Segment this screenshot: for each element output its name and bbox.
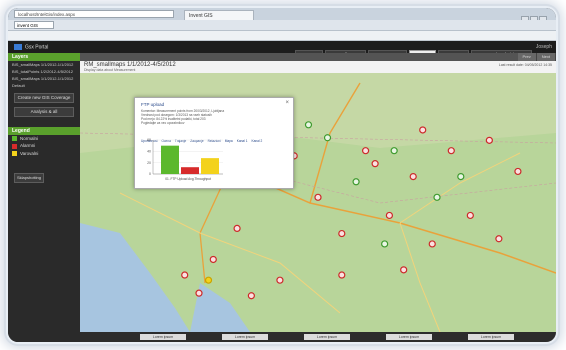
map-marker-red[interactable] [485, 136, 493, 144]
bar-normalni[interactable] [161, 145, 179, 174]
legend-item: Alarmni [8, 142, 80, 149]
search-input[interactable]: invent GIS [14, 21, 54, 29]
popup-line: Pogledajte za vec uporabnikov [141, 121, 185, 125]
map-marker-red[interactable] [385, 211, 393, 220]
app-logo-text: Gsx Portal [25, 44, 49, 51]
map-marker-green[interactable] [433, 193, 441, 201]
y-tick-label: 60 [147, 138, 151, 142]
bar-alarmni[interactable] [181, 167, 199, 174]
map-marker-green[interactable] [381, 240, 389, 248]
user-name[interactable]: Joseph [536, 44, 552, 50]
legend-swatch [12, 150, 17, 156]
map-marker-green[interactable] [457, 172, 465, 181]
bottom-bar-item[interactable]: Lorem ipsum [468, 334, 514, 340]
map-marker-green[interactable] [352, 178, 360, 186]
main-tab-nav[interactable]: Prev [517, 53, 537, 61]
legend-item: Normalni [8, 135, 80, 142]
map-marker-red[interactable] [314, 193, 322, 201]
bottom-bar-item[interactable]: Lorem ipsum [140, 334, 186, 340]
map-marker-red[interactable] [371, 160, 379, 168]
map-marker-red[interactable] [419, 126, 427, 134]
layer-list: BIS_smallMaps 1/1/2012-1/1/2012 BIS_total… [8, 61, 80, 89]
logo-icon [14, 44, 22, 50]
bar-varovalni[interactable] [201, 158, 219, 174]
map-marker-red[interactable] [338, 229, 346, 238]
sidebar-header: Layers [8, 53, 80, 61]
main-tab-nav[interactable]: Next [536, 53, 556, 61]
window-controls [520, 10, 550, 23]
bookmarks-bar: Address BookFire BlockedQuality CheckSim… [8, 31, 556, 41]
map-marker-red[interactable] [514, 167, 522, 176]
legend-label: Varovalni [20, 150, 39, 156]
layer-item[interactable]: BIS_smallMaps 1/1/2012-1/1/2012 [8, 75, 80, 82]
y-tick-label: 0 [149, 172, 151, 176]
app-header: Gsx Portal Gsx GoSGsx CallCenterGsx Cove… [8, 41, 556, 60]
map-marker-green[interactable] [390, 147, 398, 155]
browser-tab[interactable]: Invent GIS [184, 10, 254, 20]
address-bar[interactable]: localhost/IntelGis/index.aspx [14, 10, 174, 18]
map-marker-red[interactable] [247, 292, 255, 300]
map-marker-yellow[interactable] [204, 276, 213, 284]
map-marker-red[interactable] [195, 289, 203, 297]
main-tabs: FTP downloadFTP uploadFTBPPP session Ins… [80, 53, 556, 61]
legend-label: Alarmni [20, 143, 36, 149]
y-tick-label: 40 [147, 150, 151, 154]
layer-item[interactable]: BIS_totalPoints 1/2/2012-4/5/2012 [8, 68, 80, 75]
sea-area [80, 223, 190, 332]
map-marker-green[interactable] [323, 134, 332, 142]
popup-tab[interactable]: Kanal 1 [237, 139, 248, 143]
legend-label: Normalni [20, 136, 39, 141]
layer-item[interactable]: BIS_smallMaps 1/1/2012-1/1/2012 [8, 61, 80, 68]
map-marker-red[interactable] [233, 224, 241, 232]
map-marker-red[interactable] [447, 147, 455, 155]
legend: Legend Normalni Alarmni Varovalni [8, 127, 80, 157]
create-coverage-button[interactable]: Create new GIS Coverage [14, 93, 74, 103]
browser-menubar: invent GIS [8, 20, 556, 31]
bottom-bar-item[interactable]: Lorem ipsum [386, 334, 432, 340]
close-icon[interactable]: × [285, 100, 289, 106]
map-marker-red[interactable] [495, 235, 503, 243]
bottom-bar-item[interactable]: Lorem ipsum [304, 334, 350, 340]
legend-swatch [12, 136, 17, 142]
layer-item[interactable]: Default [8, 82, 80, 89]
map-marker-red[interactable] [338, 271, 346, 279]
bottom-bar: Lorem ipsum Lorem ipsum Lorem ipsum Lorem i… [80, 332, 556, 342]
map-marker-red[interactable] [428, 240, 436, 248]
legend-item: Varovalni [8, 150, 80, 157]
popup-chart: 0 20 40 60 01. FTP Upload Avg.Throughput [147, 138, 223, 181]
popup-tab[interactable]: Kanal 2 [252, 139, 263, 143]
x-axis-label: 01. FTP Upload Avg.Throughput [165, 177, 211, 181]
legend-header: Legend [8, 127, 80, 135]
map-marker-red[interactable] [181, 271, 189, 279]
map-marker-red[interactable] [466, 211, 474, 220]
map-marker-red[interactable] [400, 266, 408, 274]
bottom-bar-item[interactable]: Lorem ipsum [222, 334, 268, 340]
popup-title: FTP upload [141, 102, 165, 107]
app-logo: Gsx Portal [14, 44, 48, 50]
page-subtitle: Display data about Measurement [84, 68, 136, 72]
map-marker-red[interactable] [209, 255, 217, 264]
snapshot-button[interactable]: Sklapshotting [14, 172, 44, 183]
sidebar: Layers BIS_smallMaps 1/1/2012-1/1/2012 BI… [8, 53, 80, 342]
map-marker-red[interactable] [362, 147, 370, 155]
last-refresh: Last result date: 04/05/2012 14:35 [498, 63, 552, 67]
popup-details: Komentar: Measurement points from 20/03/… [135, 109, 224, 125]
analysis-button[interactable]: Analysis & all [14, 107, 74, 117]
y-tick-label: 20 [147, 161, 151, 165]
road [399, 152, 521, 224]
legend-swatch [12, 143, 17, 149]
screen-frame: localhost/IntelGis/index.aspx Invent GIS… [8, 8, 556, 342]
map-marker-red[interactable] [409, 172, 417, 181]
map-marker-red[interactable] [276, 276, 284, 284]
road-2 [399, 222, 441, 332]
map-view[interactable]: FTP upload × Komentar: Measurement point… [80, 73, 556, 332]
info-popup: FTP upload × Komentar: Measurement point… [134, 97, 294, 189]
map-marker-green[interactable] [304, 121, 313, 129]
browser-titlebar: localhost/IntelGis/index.aspx Invent GIS [8, 8, 556, 23]
main-panel: FTP downloadFTP uploadFTBPPP session Ins… [80, 53, 556, 342]
